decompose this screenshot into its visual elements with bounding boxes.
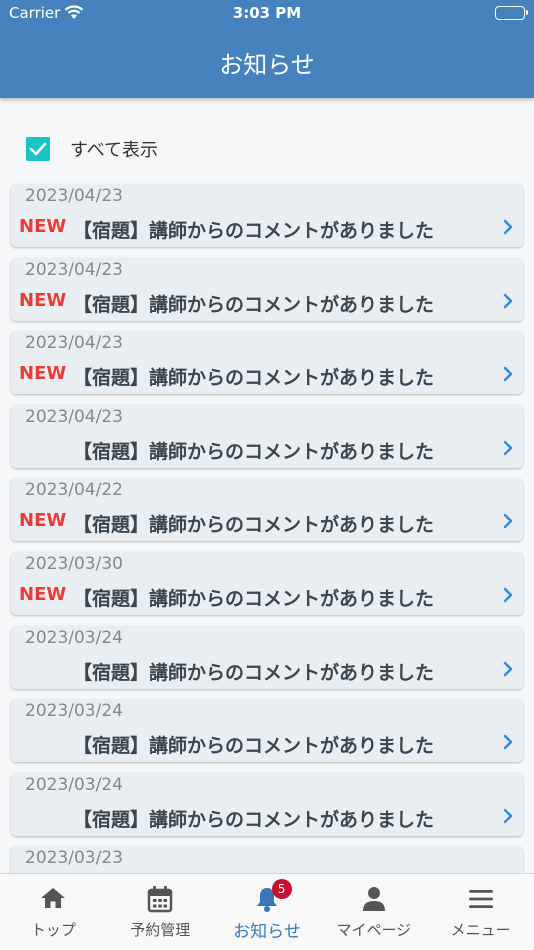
- notification-item[interactable]: 2023/04/23 NEW 【宿題】講師からのコメントがありました: [11, 331, 523, 395]
- notification-title: 【宿題】講師からのコメントがありました: [73, 220, 435, 242]
- notification-title: 【宿題】講師からのコメントがありました: [73, 735, 435, 758]
- calendar-icon: [107, 885, 214, 913]
- notification-count-badge: 5: [271, 879, 292, 899]
- header-bar: Carrier 3:03 PM お知らせ: [0, 0, 534, 98]
- notification-item[interactable]: 2023/04/23 NEW 【宿題】講師からのコメントがありました: [11, 184, 523, 247]
- status-time: 3:03 PM: [232, 4, 302, 22]
- tab-menu[interactable]: メニュー: [427, 874, 534, 950]
- tab-label: メニュー: [450, 921, 511, 939]
- notification-item[interactable]: 2023/03/24 【宿題】講師からのコメントがありました: [11, 625, 523, 689]
- notification-title: 【宿題】講師からのコメントがありました: [73, 661, 435, 684]
- notification-date: 2023/03/24: [25, 627, 123, 648]
- notification-title: 【宿題】講師からのコメントがありました: [73, 808, 435, 831]
- tab-label: お知らせ: [233, 922, 301, 942]
- chevron-right-icon: [503, 440, 513, 460]
- notification-title: 【宿題】講師からのコメントがありました: [73, 293, 435, 316]
- notification-item[interactable]: 2023/03/24 【宿題】講師からのコメントがありました: [11, 772, 523, 836]
- chevron-right-icon: [503, 513, 513, 533]
- notification-date: 2023/04/23: [25, 333, 123, 354]
- tab-mypage[interactable]: マイページ: [320, 874, 427, 950]
- new-badge: NEW: [19, 363, 67, 385]
- tab-reservations[interactable]: 予約管理: [107, 874, 214, 950]
- tab-bar: トップ 予約管理 5 お知らせ マイページ メニュー: [0, 873, 534, 950]
- notification-date: 2023/03/24: [25, 774, 123, 795]
- chevron-right-icon: [503, 587, 513, 607]
- show-all-label: すべて表示: [70, 140, 159, 161]
- notification-title: 【宿題】講師からのコメントがありました: [73, 367, 435, 390]
- notification-date: 2023/03/23: [25, 848, 123, 869]
- tab-label: マイページ: [336, 921, 412, 939]
- notification-date: 2023/04/23: [25, 259, 123, 280]
- status-bar: Carrier 3:03 PM: [0, 0, 534, 28]
- bell-icon: [214, 885, 321, 913]
- chevron-right-icon: [503, 661, 513, 681]
- notification-date: 2023/04/23: [25, 186, 123, 206]
- notification-date: 2023/04/22: [25, 480, 123, 501]
- notification-item[interactable]: 2023/03/30 NEW 【宿題】講師からのコメントがありました: [11, 551, 523, 615]
- notification-list: 2023/04/23 NEW 【宿題】講師からのコメントがありました 2023/…: [11, 184, 523, 920]
- chevron-right-icon: [503, 808, 513, 828]
- chevron-right-icon: [503, 293, 513, 313]
- show-all-filter[interactable]: すべて表示: [26, 136, 158, 162]
- person-icon: [320, 885, 427, 913]
- battery-icon: [495, 6, 528, 20]
- notification-item[interactable]: 2023/04/23 NEW 【宿題】講師からのコメントがありました: [11, 257, 523, 321]
- notification-date: 2023/03/24: [25, 701, 123, 722]
- new-badge: NEW: [19, 510, 67, 532]
- chevron-right-icon: [503, 219, 513, 239]
- notification-date: 2023/03/30: [25, 553, 123, 574]
- chevron-right-icon: [503, 366, 513, 386]
- tab-label: 予約管理: [130, 921, 191, 939]
- chevron-right-icon: [503, 734, 513, 754]
- tab-label: トップ: [30, 921, 76, 939]
- notification-title: 【宿題】講師からのコメントがありました: [73, 440, 435, 463]
- page-title: お知らせ: [219, 51, 315, 79]
- tab-notifications[interactable]: 5 お知らせ: [214, 874, 321, 950]
- check-icon: [29, 142, 47, 156]
- notification-title: 【宿題】講師からのコメントがありました: [73, 514, 435, 537]
- show-all-checkbox[interactable]: [26, 137, 50, 161]
- notification-item[interactable]: 2023/03/24 【宿題】講師からのコメントがありました: [11, 699, 523, 763]
- new-badge: NEW: [19, 583, 67, 605]
- notification-title: 【宿題】講師からのコメントがありました: [73, 587, 435, 610]
- menu-icon: [427, 885, 534, 913]
- tab-top[interactable]: トップ: [0, 874, 107, 950]
- home-icon: [0, 885, 107, 913]
- notification-item[interactable]: 2023/04/23 【宿題】講師からのコメントがありました: [11, 404, 523, 468]
- new-badge: NEW: [19, 289, 67, 311]
- new-badge: NEW: [19, 216, 67, 237]
- notification-item[interactable]: 2023/04/22 NEW 【宿題】講師からのコメントがありました: [11, 478, 523, 542]
- notification-date: 2023/04/23: [25, 406, 123, 427]
